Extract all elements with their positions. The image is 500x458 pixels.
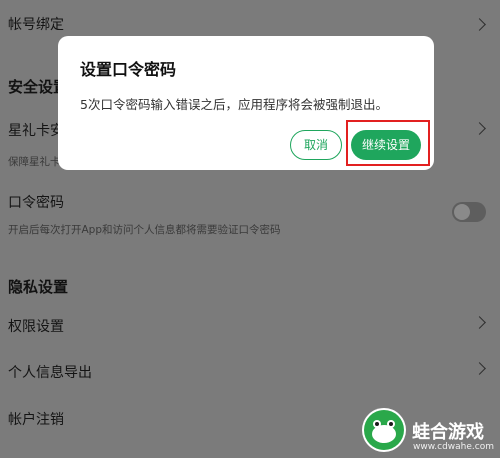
dialog-title: 设置口令密码 [80,60,177,79]
star-card-subtitle: 保障星礼卡 [8,156,61,168]
export-info-label: 个人信息导出 [8,365,92,381]
permissions-row[interactable]: 权限设置 [0,304,500,348]
passcode-label: 口令密码 [8,195,64,211]
passcode-toggle[interactable] [452,202,486,222]
toggle-knob [454,204,470,220]
privacy-section-title: 隐私设置 [8,278,69,296]
permissions-label: 权限设置 [8,319,64,335]
watermark-name: 蛙合游戏 [412,422,484,443]
chevron-right-icon [473,316,486,329]
passcode-row: 口令密码 开启后每次打开App和访问个人信息都将需要验证口令密码 [0,180,500,236]
continue-setup-button[interactable]: 继续设置 [351,130,421,160]
passcode-dialog: 设置口令密码 5次口令密码输入错误之后，应用程序将会被强制退出。 取消 继续设置 [58,36,434,170]
frog-logo-icon [362,408,406,452]
passcode-subtitle: 开启后每次打开App和访问个人信息都将需要验证口令密码 [8,224,281,236]
account-binding-label: 帐号绑定 [8,17,64,33]
chevron-right-icon [473,362,486,375]
star-card-label: 星礼卡安 [8,123,64,139]
chevron-right-icon [473,18,486,31]
export-info-row[interactable]: 个人信息导出 [0,350,500,394]
cancel-account-label: 帐户注销 [8,412,64,428]
dialog-message: 5次口令密码输入错误之后，应用程序将会被强制退出。 [80,97,388,112]
cancel-button[interactable]: 取消 [290,130,342,160]
watermark-url: www.cdwahe.com [413,442,494,452]
chevron-right-icon [473,122,486,135]
